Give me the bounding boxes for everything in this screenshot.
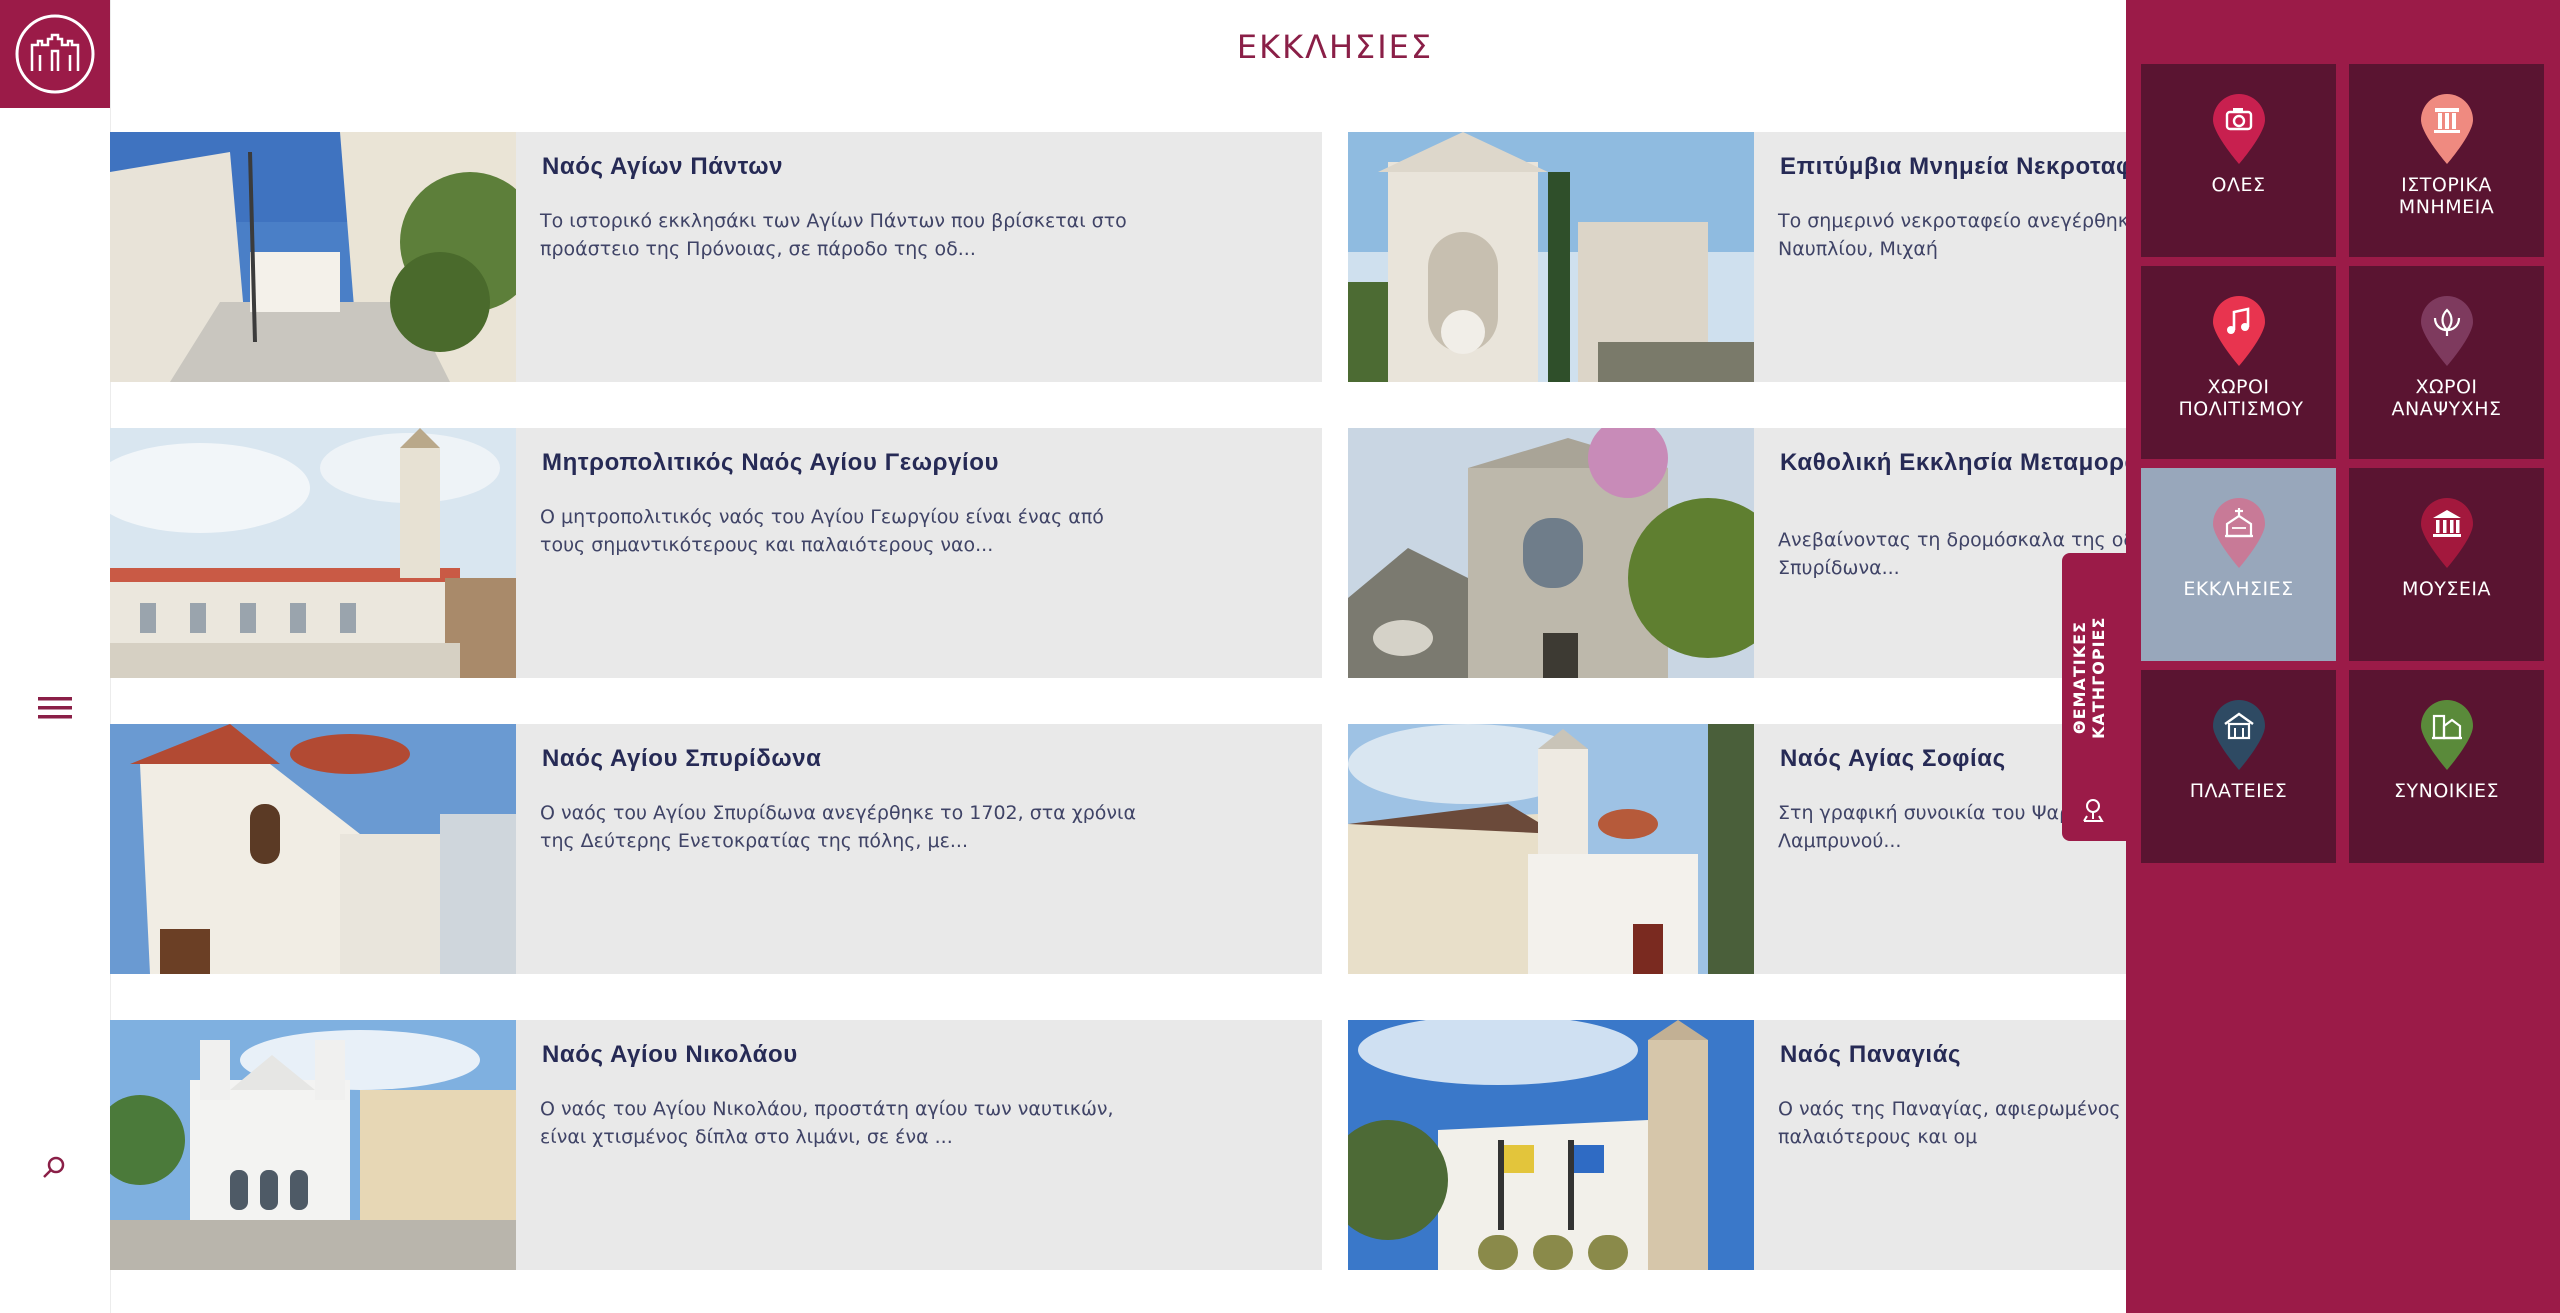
- categories-panel: ΟΛΕΣ ΙΣΤΟΡΙΚΑ ΜΝΗΜΕΙΑ ΧΩΡΟΙ ΠΟΛΙΤΙΣΜΟΥ Χ…: [2126, 0, 2560, 1313]
- category-label: ΜΟΥΣΕΙΑ: [2401, 578, 2492, 600]
- card-image: [110, 132, 516, 382]
- category-label: ΟΛΕΣ: [2211, 174, 2266, 196]
- church-icon: [2213, 498, 2265, 568]
- houses-icon: [2421, 700, 2473, 770]
- category-xoroi-politismou[interactable]: ΧΩΡΟΙ ΠΟΛΙΤΙΣΜΟΥ: [2141, 266, 2336, 459]
- card-image: [110, 1020, 516, 1270]
- category-oles[interactable]: ΟΛΕΣ: [2141, 64, 2336, 257]
- categories-tab[interactable]: ΘΕΜΑΤΙΚΕΣ ΚΑΤΗΓΟΡΙΕΣ: [2062, 553, 2126, 841]
- left-rail: [0, 0, 111, 1313]
- card-agiou-spyridona[interactable]: Ναός Αγίου Σπυρίδωνα Ο ναός του Αγίου Σπ…: [110, 724, 1322, 974]
- menu-icon[interactable]: [38, 694, 72, 722]
- card-agiou-nikolaou[interactable]: Ναός Αγίου Νικολάου Ο ναός του Αγίου Νικ…: [110, 1020, 1322, 1270]
- square-icon: [2213, 700, 2265, 770]
- site-logo[interactable]: [0, 0, 110, 108]
- search-icon[interactable]: [40, 1154, 68, 1182]
- category-synoikies[interactable]: ΣΥΝΟΙΚΙΕΣ: [2349, 670, 2544, 863]
- castle-logo-icon: [15, 14, 95, 94]
- card-mitropolitikos-naos[interactable]: Μητροπολιτικός Ναός Αγίου Γεωργίου Ο μητ…: [110, 428, 1322, 678]
- categories-tab-label: ΘΕΜΑΤΙΚΕΣ ΚΑΤΗΓΟΡΙΕΣ: [2070, 616, 2108, 740]
- category-label: ΧΩΡΟΙ ΠΟΛΙΤΙΣΜΟΥ: [2178, 376, 2304, 420]
- category-label: ΧΩΡΟΙ ΑΝΑΨΥΧΗΣ: [2391, 376, 2502, 420]
- category-mouseia[interactable]: ΜΟΥΣΕΙΑ: [2349, 468, 2544, 661]
- map-pin-icon: [2080, 797, 2106, 825]
- card-image: [1348, 132, 1754, 382]
- card-title: Ναός Αγίου Νικολάου: [542, 1041, 798, 1068]
- card-image: [1348, 428, 1754, 678]
- card-image: [1348, 1020, 1754, 1270]
- category-label: ΣΥΝΟΙΚΙΕΣ: [2394, 780, 2499, 802]
- column-icon: [2421, 94, 2473, 164]
- category-istorika-mnimeia[interactable]: ΙΣΤΟΡΙΚΑ ΜΝΗΜΕΙΑ: [2349, 64, 2544, 257]
- card-image: [110, 428, 516, 678]
- card-title: Ναός Αγίου Σπυρίδωνα: [542, 745, 822, 772]
- card-image: [1348, 724, 1754, 974]
- camera-icon: [2213, 94, 2265, 164]
- category-plateies[interactable]: ΠΛΑΤΕΙΕΣ: [2141, 670, 2336, 863]
- card-description: Το ιστορικό εκκλησάκι των Αγίων Πάντων π…: [540, 210, 1127, 260]
- category-label: ΙΣΤΟΡΙΚΑ ΜΝΗΜΕΙΑ: [2398, 174, 2495, 218]
- card-description: Ο μητροπολιτικός ναός του Αγίου Γεωργίου…: [540, 506, 1104, 556]
- card-title: Μητροπολιτικός Ναός Αγίου Γεωργίου: [542, 449, 1000, 476]
- page-title: ΕΚΚΛΗΣΙΕΣ: [1236, 28, 1434, 66]
- museum-icon: [2421, 498, 2473, 568]
- category-label: ΠΛΑΤΕΙΕΣ: [2189, 780, 2288, 802]
- category-label: ΕΚΚΛΗΣΙΕΣ: [2183, 578, 2294, 600]
- lotus-icon: [2421, 296, 2473, 366]
- category-xoroi-anapsyxis[interactable]: ΧΩΡΟΙ ΑΝΑΨΥΧΗΣ: [2349, 266, 2544, 459]
- card-description: Ο ναός του Αγίου Νικολάου, προστάτη αγίο…: [540, 1098, 1114, 1148]
- music-note-icon: [2213, 296, 2265, 366]
- card-title: Ναός Αγίων Πάντων: [542, 153, 784, 180]
- category-ekklisies[interactable]: ΕΚΚΛΗΣΙΕΣ: [2141, 468, 2336, 661]
- card-description: Ο ναός του Αγίου Σπυρίδωνα ανεγέρθηκε το…: [540, 802, 1136, 852]
- card-agion-panton[interactable]: Ναός Αγίων Πάντων Το ιστορικό εκκλησάκι …: [110, 132, 1322, 382]
- card-image: [110, 724, 516, 974]
